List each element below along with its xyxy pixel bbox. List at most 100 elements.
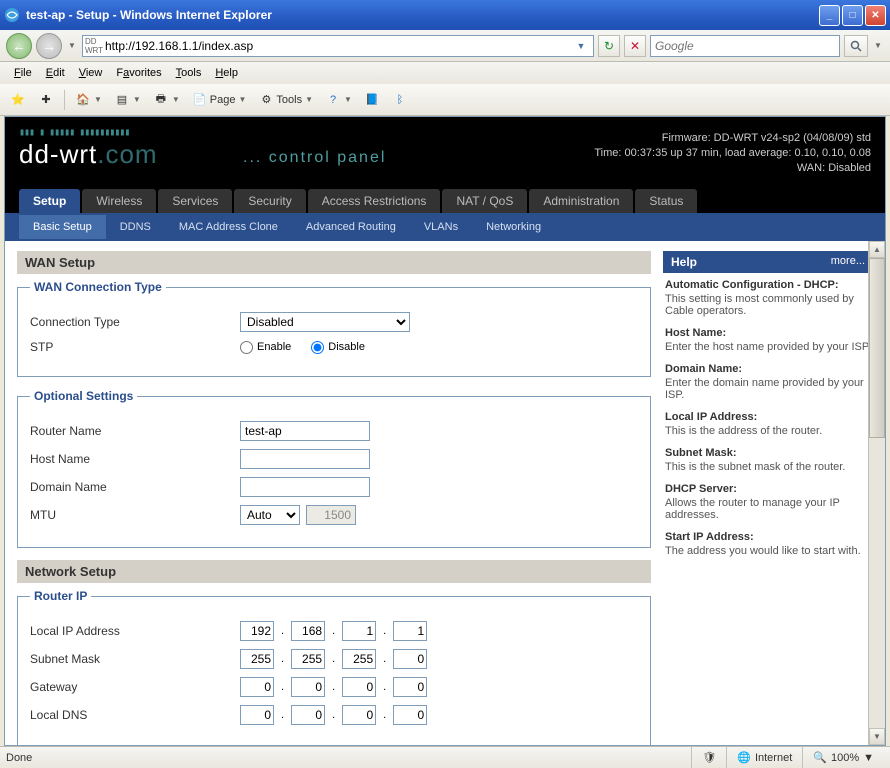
maximize-button[interactable]: □ [842, 5, 863, 26]
search-bar[interactable] [650, 35, 840, 57]
research-icon[interactable]: 📘 [360, 90, 384, 110]
help-desc: This is the subnet mask of the router. [665, 461, 871, 473]
tab-services[interactable]: Services [158, 189, 232, 213]
help-title: Help [671, 255, 697, 269]
scroll-thumb[interactable] [869, 258, 885, 438]
local-ip-label: Local IP Address [30, 624, 240, 638]
local-ip-4[interactable] [393, 621, 427, 641]
menu-help[interactable]: Help [209, 65, 244, 81]
local-dns-1[interactable] [240, 705, 274, 725]
tab-setup[interactable]: Setup [19, 189, 80, 213]
router-ip-legend: Router IP [30, 589, 91, 603]
help-column: Help more... Automatic Configuration - D… [663, 251, 873, 735]
help-term: DHCP Server: [665, 483, 871, 495]
mtu-label: MTU [30, 508, 240, 522]
help-term: Domain Name: [665, 363, 871, 375]
connection-type-label: Connection Type [30, 315, 240, 329]
bluetooth-icon[interactable]: ᛒ [388, 90, 412, 110]
subnet-1[interactable] [240, 649, 274, 669]
scroll-down-button[interactable]: ▼ [869, 728, 885, 745]
search-button[interactable] [844, 35, 868, 57]
print-icon[interactable]: 🖶▼ [149, 90, 184, 110]
help-desc: This is the address of the router. [665, 425, 871, 437]
gateway-1[interactable] [240, 677, 274, 697]
local-ip-1[interactable] [240, 621, 274, 641]
close-button[interactable]: ✕ [865, 5, 886, 26]
url-dropdown[interactable]: ▼ [573, 41, 589, 51]
back-button[interactable]: ← [6, 33, 32, 59]
menu-view[interactable]: View [73, 65, 109, 81]
minimize-button[interactable]: _ [819, 5, 840, 26]
router-name-input[interactable] [240, 421, 370, 441]
tab-status[interactable]: Status [635, 189, 697, 213]
optional-settings-legend: Optional Settings [30, 389, 137, 403]
connection-type-select[interactable]: Disabled [240, 312, 410, 332]
refresh-button[interactable]: ↻ [598, 35, 620, 57]
domain-name-input[interactable] [240, 477, 370, 497]
tab-wireless[interactable]: Wireless [82, 189, 156, 213]
home-icon[interactable]: 🏠▼ [71, 90, 106, 110]
local-dns-3[interactable] [342, 705, 376, 725]
menu-file[interactable]: File [8, 65, 38, 81]
tab-security[interactable]: Security [234, 189, 305, 213]
subtab-ddns[interactable]: DDNS [106, 215, 165, 239]
url-input[interactable] [105, 39, 573, 53]
help-more-link[interactable]: more... [831, 255, 865, 269]
menu-favorites[interactable]: Favorites [110, 65, 167, 81]
address-toolbar: ← → ▼ DDWRT ▼ ↻ ✕ ▼ [0, 30, 890, 62]
status-text: Done [6, 752, 32, 764]
menu-tools[interactable]: Tools [170, 65, 208, 81]
control-panel-text: ... control panel [243, 149, 386, 167]
status-zone[interactable]: 🌐 Internet [726, 747, 802, 768]
local-dns-4[interactable] [393, 705, 427, 725]
local-ip-2[interactable] [291, 621, 325, 641]
local-ip-3[interactable] [342, 621, 376, 641]
tab-nat-qos[interactable]: NAT / QoS [442, 189, 527, 213]
scroll-up-button[interactable]: ▲ [869, 241, 885, 258]
search-input[interactable] [655, 39, 835, 53]
gateway-3[interactable] [342, 677, 376, 697]
tools-menu[interactable]: ⚙Tools▼ [254, 90, 317, 110]
subtab-mac-clone[interactable]: MAC Address Clone [165, 215, 292, 239]
logo-bars: ▮▮▮ ▮ ▮▮▮▮▮ ▮▮▮▮▮▮▮▮▮▮ [19, 127, 129, 138]
address-bar[interactable]: DDWRT ▼ [82, 35, 594, 57]
help-header: Help more... [663, 251, 873, 273]
vertical-scrollbar[interactable]: ▲ ▼ [868, 241, 885, 745]
mtu-mode-select[interactable]: Auto [240, 505, 300, 525]
subtab-advanced-routing[interactable]: Advanced Routing [292, 215, 410, 239]
content-area: WAN Setup WAN Connection Type Connection… [5, 241, 885, 745]
page-menu[interactable]: 📄Page▼ [188, 90, 251, 110]
search-dropdown[interactable]: ▼ [872, 33, 884, 59]
status-bar: Done 🛡 🌐 Internet 🔍 100% ▼ [0, 746, 890, 768]
stp-disable-radio[interactable]: Disable [311, 341, 365, 354]
page-icon: DDWRT [87, 39, 101, 53]
help-icon[interactable]: ?▼ [321, 90, 356, 110]
subnet-3[interactable] [342, 649, 376, 669]
tab-access-restrictions[interactable]: Access Restrictions [308, 189, 441, 213]
subtab-basic-setup[interactable]: Basic Setup [19, 215, 106, 239]
favorites-star-icon[interactable]: ⭐ [6, 90, 30, 110]
local-dns-2[interactable] [291, 705, 325, 725]
host-name-label: Host Name [30, 452, 240, 466]
stop-button[interactable]: ✕ [624, 35, 646, 57]
window-title: test-ap - Setup - Windows Internet Explo… [26, 8, 819, 22]
gateway-4[interactable] [393, 677, 427, 697]
nav-history-dropdown[interactable]: ▼ [66, 33, 78, 59]
host-name-input[interactable] [240, 449, 370, 469]
help-desc: Enter the domain name provided by your I… [665, 377, 871, 401]
forward-button[interactable]: → [36, 33, 62, 59]
tab-administration[interactable]: Administration [529, 189, 633, 213]
ie-icon [4, 7, 20, 23]
subnet-4[interactable] [393, 649, 427, 669]
subtab-vlans[interactable]: VLANs [410, 215, 472, 239]
sub-tabs: Basic Setup DDNS MAC Address Clone Advan… [5, 213, 885, 241]
subtab-networking[interactable]: Networking [472, 215, 555, 239]
menu-edit[interactable]: Edit [40, 65, 71, 81]
feeds-icon[interactable]: ▤▼ [110, 90, 145, 110]
status-zoom[interactable]: 🔍 100% ▼ [802, 747, 884, 768]
gateway-2[interactable] [291, 677, 325, 697]
help-term: Start IP Address: [665, 531, 871, 543]
subnet-2[interactable] [291, 649, 325, 669]
stp-enable-radio[interactable]: Enable [240, 341, 291, 354]
add-favorite-icon[interactable]: ✚ [34, 90, 58, 110]
